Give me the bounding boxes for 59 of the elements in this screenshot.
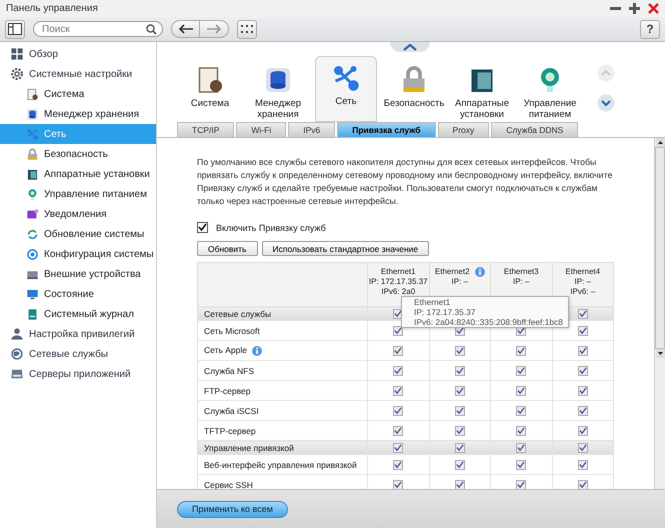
service-name: Служба NFS xyxy=(204,366,254,376)
tab[interactable]: Wi-Fi xyxy=(236,122,286,137)
action-button[interactable]: Использовать стандартное значение xyxy=(262,241,430,256)
sidebar-item[interactable]: Системные настройки xyxy=(0,64,156,84)
sidebar-item[interactable]: Системный журнал xyxy=(0,304,156,324)
sidebar-item[interactable]: Состояние xyxy=(0,284,156,304)
header-text: IPv6: – xyxy=(570,287,596,297)
help-button[interactable]: ? xyxy=(640,20,660,38)
module-button[interactable]: Система xyxy=(179,58,241,122)
sidebar-item[interactable]: Настройка привилегий xyxy=(0,324,156,344)
service-name: Служба iSCSI xyxy=(204,406,259,416)
sidebar-item[interactable]: Серверы приложений xyxy=(0,364,156,384)
header-text: IPv6: 2a0 xyxy=(381,287,416,297)
tooltip-text: IPv6: 2a04:8240::335:208:9bff:feef:1bc8 xyxy=(414,317,564,327)
sidebar-item[interactable]: Аппаратные установки xyxy=(0,164,156,184)
tab[interactable]: TCP/IP xyxy=(177,122,234,137)
module-button[interactable]: Управление питанием xyxy=(519,58,581,122)
service-name: TFTP-сервер xyxy=(204,426,256,436)
tab[interactable]: Служба DDNS xyxy=(491,122,578,137)
checkbox-label: Включить Привязку служб xyxy=(216,222,326,232)
sidebar-item[interactable]: Конфигурация системы xyxy=(0,244,156,264)
tooltip-text: Ethernet1 xyxy=(414,297,452,307)
service-name: Сервис SSH xyxy=(204,480,253,489)
sidebar-item[interactable]: Обзор xyxy=(0,44,156,64)
header-text: IP: 172.17.35.37 xyxy=(368,277,428,287)
header-text: Ethernet2 xyxy=(434,267,470,277)
module-button[interactable]: Сеть xyxy=(315,56,377,122)
apply-button[interactable]: Применить ко всем xyxy=(177,500,288,518)
description-text: По умолчанию все службы сетевого накопителя доступны для всех сетевых интерфейсов. Чтобы привязать службу к определенному сетевому проводному или беспроводному интерфейсу, включите Привязку служб и сделайте требуемые настройки. Пользователи смогут подключаться к службам только через настроенные сетевые интерфейсы. xyxy=(197,156,614,208)
tab[interactable]: Привязка служб xyxy=(337,122,436,137)
module-button[interactable]: Аппаратные установки xyxy=(451,58,513,122)
sidebar-item[interactable]: Внешние устройства xyxy=(0,264,156,284)
module-button[interactable]: Менеджер хранения xyxy=(247,58,309,122)
service-name: Сеть Microsoft xyxy=(204,326,260,336)
sidebar-item[interactable]: Безопасность xyxy=(0,144,156,164)
sidebar-item[interactable]: Уведомления xyxy=(0,204,156,224)
header-text: IP: – xyxy=(513,277,530,287)
sidebar-item[interactable]: Менеджер хранения xyxy=(0,104,156,124)
module-button[interactable]: Безопасность xyxy=(383,58,445,122)
tooltip-text: IP: 172.17.35.37 xyxy=(414,307,476,317)
header-text: Ethernet3 xyxy=(504,267,539,277)
service-name: FTP-сервер xyxy=(204,386,250,396)
action-button[interactable]: Обновить xyxy=(197,241,258,256)
service-name: Сеть Apple xyxy=(204,345,248,356)
group-label: Сетевые службы xyxy=(204,308,272,318)
sidebar-item[interactable]: Сетевые службы xyxy=(0,344,156,364)
header-text: IP: – xyxy=(574,277,591,287)
header-text: IP: – xyxy=(452,277,468,287)
sidebar-item[interactable]: Обновление системы xyxy=(0,224,156,244)
search-field[interactable]: Поиск xyxy=(33,21,163,37)
tab[interactable]: IPv6 xyxy=(288,122,336,137)
header-text: Ethernet4 xyxy=(565,267,600,277)
service-name: Веб-интерфейс управления привязкой xyxy=(204,460,357,470)
tab[interactable]: Proxy xyxy=(438,122,490,137)
sidebar-item[interactable]: Система xyxy=(0,84,156,104)
sidebar-item[interactable]: Управление питанием xyxy=(0,184,156,204)
window-title: Панель управления xyxy=(6,3,98,14)
group-label: Управление привязкой xyxy=(204,442,294,452)
header-text: Ethernet1 xyxy=(380,267,416,277)
